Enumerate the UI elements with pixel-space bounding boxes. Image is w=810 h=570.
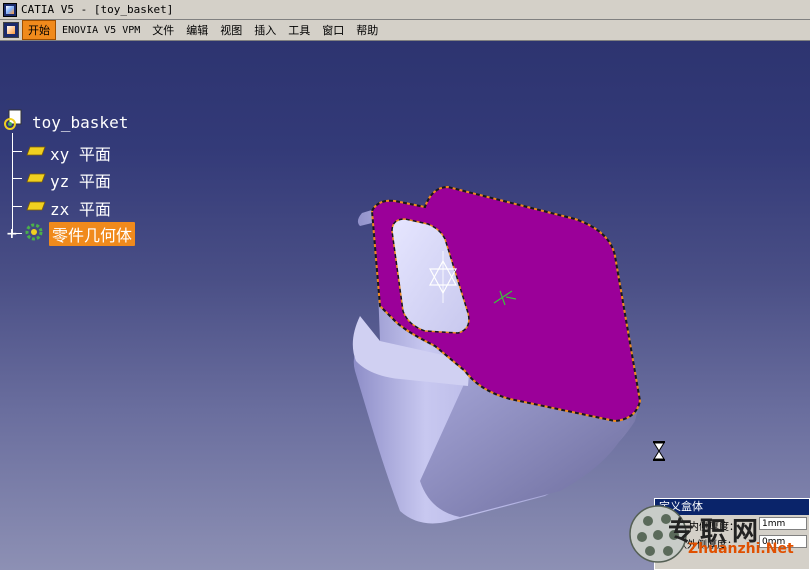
- expand-plus-icon[interactable]: +: [6, 226, 18, 242]
- tree-connector: [12, 151, 22, 152]
- watermark-en: Zhuanzhi.Net: [688, 541, 794, 557]
- menu-help[interactable]: 帮助: [350, 20, 384, 40]
- menu-file[interactable]: 文件: [146, 20, 180, 40]
- tree-item-part-body[interactable]: 零件几何体: [49, 222, 136, 246]
- menu-enovia[interactable]: ENOVIA V5 VPM: [56, 23, 146, 38]
- tree-item-xy-plane[interactable]: xy 平面: [50, 141, 111, 165]
- tree-connector: [12, 206, 22, 207]
- tree-item-zx-plane[interactable]: zx 平面: [50, 196, 111, 220]
- tree-item-yz-plane[interactable]: yz 平面: [50, 168, 111, 192]
- 3d-viewport[interactable]: toy_basket xy 平面 yz 平面 zx 平面 + 零件几何体 定义盒…: [0, 41, 810, 570]
- tree-connector: [12, 178, 22, 179]
- part-body-icon: [25, 223, 43, 241]
- menu-window[interactable]: 窗口: [316, 20, 350, 40]
- menu-start[interactable]: 开始: [22, 20, 56, 40]
- window-title: CATIA V5 - [toy_basket]: [21, 3, 174, 16]
- menu-tools[interactable]: 工具: [282, 20, 316, 40]
- part-document-icon[interactable]: [3, 109, 27, 131]
- menu-edit[interactable]: 编辑: [180, 20, 214, 40]
- tree-root-label[interactable]: toy_basket: [32, 113, 128, 132]
- menu-insert[interactable]: 插入: [248, 20, 282, 40]
- catia-app-icon: [3, 2, 17, 17]
- title-bar: CATIA V5 - [toy_basket]: [0, 0, 810, 20]
- plane-icon: [26, 173, 46, 183]
- hourglass-cursor-icon: [653, 441, 665, 461]
- tree-connector: [12, 133, 13, 233]
- plane-icon: [26, 201, 46, 211]
- specification-tree: toy_basket xy 平面 yz 平面 zx 平面 + 零件几何体: [0, 41, 300, 301]
- menu-bar: 开始 ENOVIA V5 VPM 文件 编辑 视图 插入 工具 窗口 帮助: [0, 20, 810, 41]
- inner-thickness-field[interactable]: 1mm: [759, 517, 807, 530]
- menu-view[interactable]: 视图: [214, 20, 248, 40]
- document-icon[interactable]: [3, 22, 19, 38]
- plane-icon: [26, 146, 46, 156]
